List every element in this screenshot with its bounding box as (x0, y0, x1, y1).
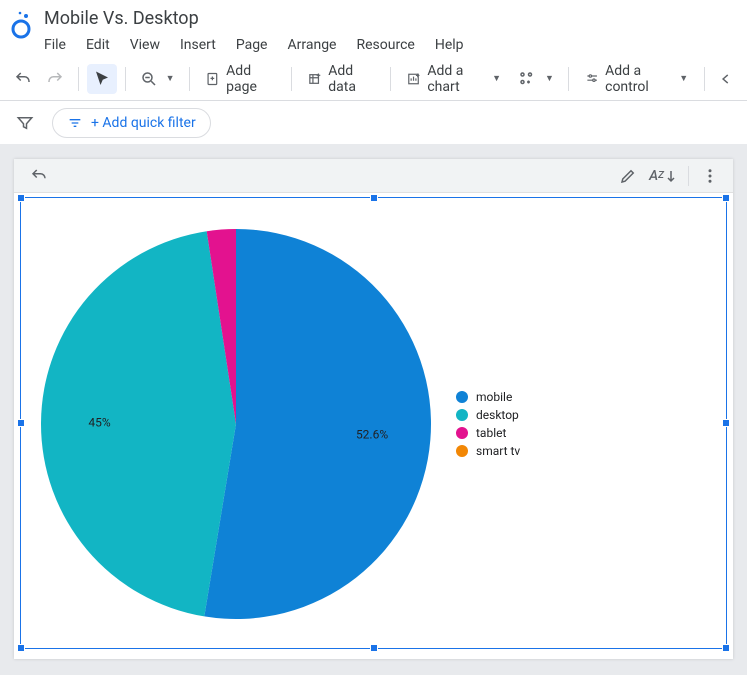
add-chart-label: Add a chart (427, 63, 484, 95)
edit-icon[interactable] (613, 161, 643, 191)
legend-label: tablet (476, 426, 506, 440)
resize-handle[interactable] (17, 644, 25, 652)
legend-swatch (456, 391, 468, 403)
community-viz-button[interactable]: ▼ (511, 64, 560, 94)
legend-item[interactable]: desktop (456, 408, 520, 422)
legend-label: desktop (476, 408, 519, 422)
add-data-label: Add data (328, 63, 374, 95)
pie-slice[interactable] (41, 231, 236, 616)
doc-title[interactable]: Mobile Vs. Desktop (40, 6, 739, 31)
add-quick-filter-button[interactable]: + Add quick filter (52, 108, 211, 138)
pointer-tool[interactable] (87, 64, 117, 94)
canvas-area[interactable]: AZ 52.6% 45% mobile desktop tablet smart tv (0, 145, 747, 675)
menu-file[interactable]: File (40, 33, 76, 57)
filter-bar: + Add quick filter (0, 101, 747, 145)
chevron-down-icon: ▼ (545, 73, 554, 84)
resize-handle[interactable] (370, 644, 378, 652)
chart-toolbar: AZ (14, 159, 733, 193)
legend-item[interactable]: mobile (456, 390, 520, 404)
resize-handle[interactable] (722, 194, 730, 202)
menubar: File Edit View Insert Page Arrange Resou… (40, 33, 739, 57)
add-page-button[interactable]: Add page (197, 57, 282, 101)
resize-handle[interactable] (17, 194, 25, 202)
menu-edit[interactable]: Edit (76, 33, 120, 57)
menu-arrange[interactable]: Arrange (278, 33, 347, 57)
legend-swatch (456, 409, 468, 421)
undo-button[interactable] (8, 64, 38, 94)
add-data-button[interactable]: Add data (300, 57, 383, 101)
more-tools[interactable] (713, 64, 739, 94)
slice-label: 52.6% (356, 427, 388, 441)
toolbar: ▼ Add page Add data Add a chart ▼ ▼ Add … (0, 57, 747, 101)
chart-undo-button[interactable] (22, 161, 56, 191)
resize-handle[interactable] (17, 419, 25, 427)
add-chart-button[interactable]: Add a chart ▼ (399, 57, 509, 101)
pie-chart[interactable]: 52.6% 45% mobile desktop tablet smart tv (26, 203, 721, 645)
quick-filter-label: + Add quick filter (91, 115, 196, 131)
menu-resource[interactable]: Resource (346, 33, 424, 57)
zoom-tool[interactable]: ▼ (134, 64, 181, 94)
menu-help[interactable]: Help (425, 33, 474, 57)
add-control-label: Add a control (605, 63, 671, 95)
slice-label: 45% (88, 415, 110, 429)
legend-item[interactable]: tablet (456, 426, 520, 440)
redo-button[interactable] (40, 64, 70, 94)
resize-handle[interactable] (370, 194, 378, 202)
chevron-down-icon: ▼ (492, 73, 501, 84)
pie-slice[interactable] (204, 229, 431, 619)
legend-swatch (456, 427, 468, 439)
legend-label: smart tv (476, 444, 520, 458)
add-page-label: Add page (226, 63, 275, 95)
menu-view[interactable]: View (120, 33, 170, 57)
legend-swatch (456, 445, 468, 457)
sort-icon[interactable]: AZ (643, 162, 682, 190)
chevron-down-icon: ▼ (679, 73, 688, 84)
app-logo[interactable] (8, 8, 34, 42)
more-options-icon[interactable] (695, 161, 725, 191)
add-control-button[interactable]: Add a control ▼ (577, 57, 696, 101)
report-canvas[interactable]: AZ 52.6% 45% mobile desktop tablet smart tv (14, 159, 733, 659)
menu-insert[interactable]: Insert (170, 33, 226, 57)
menu-page[interactable]: Page (226, 33, 278, 57)
legend-label: mobile (476, 390, 512, 404)
chart-legend: mobile desktop tablet smart tv (456, 386, 520, 462)
legend-item[interactable]: smart tv (456, 444, 520, 458)
resize-handle[interactable] (722, 644, 730, 652)
filter-icon[interactable] (10, 108, 40, 138)
resize-handle[interactable] (722, 419, 730, 427)
chevron-down-icon: ▼ (166, 73, 175, 84)
